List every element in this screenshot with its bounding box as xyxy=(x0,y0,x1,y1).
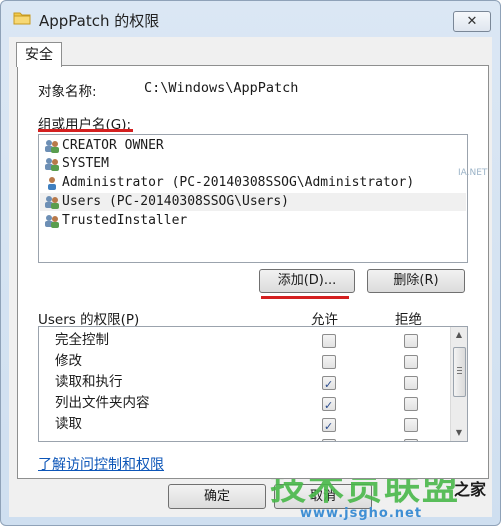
user-name: Administrator (PC-20140308SSOG\Administr… xyxy=(62,175,415,190)
deny-checkbox[interactable] xyxy=(404,334,418,348)
permission-name: 读取和执行 xyxy=(55,374,123,390)
deny-checkbox[interactable] xyxy=(404,439,418,441)
permission-row: 读取和执行 ✓ xyxy=(39,372,449,393)
scrollbar-thumb[interactable] xyxy=(453,347,466,397)
close-button[interactable]: ✕ xyxy=(453,11,491,32)
watermark-suffix-text: 之家 xyxy=(454,480,487,499)
permission-row xyxy=(39,435,449,441)
folder-icon xyxy=(13,12,31,25)
list-item-selected[interactable]: Users (PC-20140308SSOG\Users) xyxy=(40,193,466,211)
allow-column-header: 允许 xyxy=(311,312,338,328)
user-name: Users (PC-20140308SSOG\Users) xyxy=(62,194,289,209)
learn-access-control-link[interactable]: 了解访问控制和权限 xyxy=(38,454,164,474)
group-icon xyxy=(45,140,59,153)
ok-button[interactable]: 确定 xyxy=(168,484,266,509)
group-icon xyxy=(45,215,59,228)
list-item[interactable]: TrustedInstaller xyxy=(40,212,466,230)
permission-row: 列出文件夹内容 ✓ xyxy=(39,393,449,414)
user-name: TrustedInstaller xyxy=(62,213,188,228)
red-underline-annotation xyxy=(261,296,349,299)
deny-checkbox[interactable] xyxy=(404,397,418,411)
allow-checkbox[interactable] xyxy=(322,355,336,369)
permission-row: 完全控制 xyxy=(39,330,449,351)
deny-column-header: 拒绝 xyxy=(395,312,422,328)
remove-button[interactable]: 删除(R) xyxy=(367,269,465,293)
tab-security[interactable]: 安全 xyxy=(16,42,62,67)
scroll-down-arrow-icon[interactable]: ▼ xyxy=(451,425,467,441)
allow-checkbox[interactable] xyxy=(322,439,336,441)
red-underline-annotation xyxy=(38,129,133,132)
permissions-list[interactable]: 完全控制 修改 读取和执行 ✓ 列出文件夹内容 ✓ 读取 ✓ ▲ ▼ xyxy=(38,326,468,442)
checkmark-icon: ✓ xyxy=(324,399,334,412)
permission-row: 修改 xyxy=(39,351,449,372)
user-name: SYSTEM xyxy=(62,156,109,171)
watermark-faint-text: IA.NET xyxy=(458,168,488,178)
checkmark-icon: ✓ xyxy=(324,378,334,391)
user-name: CREATOR OWNER xyxy=(62,138,164,153)
allow-checkbox-checked[interactable]: ✓ xyxy=(322,376,336,391)
deny-checkbox[interactable] xyxy=(404,355,418,369)
list-item[interactable]: SYSTEM xyxy=(40,155,466,173)
allow-checkbox-checked[interactable]: ✓ xyxy=(322,418,336,433)
permissions-header: Users 的权限(P) xyxy=(38,312,140,328)
deny-checkbox[interactable] xyxy=(404,376,418,390)
list-item[interactable]: CREATOR OWNER xyxy=(40,137,466,155)
title-bar: AppPatch 的权限 ✕ xyxy=(1,1,500,37)
permission-row: 读取 ✓ xyxy=(39,414,449,435)
checkmark-icon: ✓ xyxy=(324,420,334,433)
vertical-scrollbar[interactable]: ▲ ▼ xyxy=(450,327,467,441)
allow-checkbox-checked[interactable]: ✓ xyxy=(322,397,336,412)
group-icon xyxy=(45,158,59,171)
permission-name: 列出文件夹内容 xyxy=(55,395,150,411)
object-name-label: 对象名称: xyxy=(38,84,97,100)
deny-checkbox[interactable] xyxy=(404,418,418,432)
permission-name: 读取 xyxy=(55,416,82,432)
watermark-url: www.jsgho.net xyxy=(300,506,423,521)
allow-checkbox[interactable] xyxy=(322,334,336,348)
add-button[interactable]: 添加(D)... xyxy=(259,269,355,293)
security-tab-panel: 对象名称: C:\Windows\AppPatch 组或用户名(G): CREA… xyxy=(17,65,489,479)
permission-name: 完全控制 xyxy=(55,332,109,348)
window-title: AppPatch 的权限 xyxy=(39,12,160,30)
scroll-up-arrow-icon[interactable]: ▲ xyxy=(451,327,467,343)
permission-name: 修改 xyxy=(55,353,82,369)
group-icon xyxy=(45,196,59,209)
group-user-list[interactable]: CREATOR OWNER SYSTEM Administrator (PC-2… xyxy=(38,134,468,263)
object-name-value: C:\Windows\AppPatch xyxy=(144,80,299,96)
close-icon: ✕ xyxy=(466,14,478,29)
list-item[interactable]: Administrator (PC-20140308SSOG\Administr… xyxy=(40,174,466,192)
user-icon xyxy=(48,177,56,190)
